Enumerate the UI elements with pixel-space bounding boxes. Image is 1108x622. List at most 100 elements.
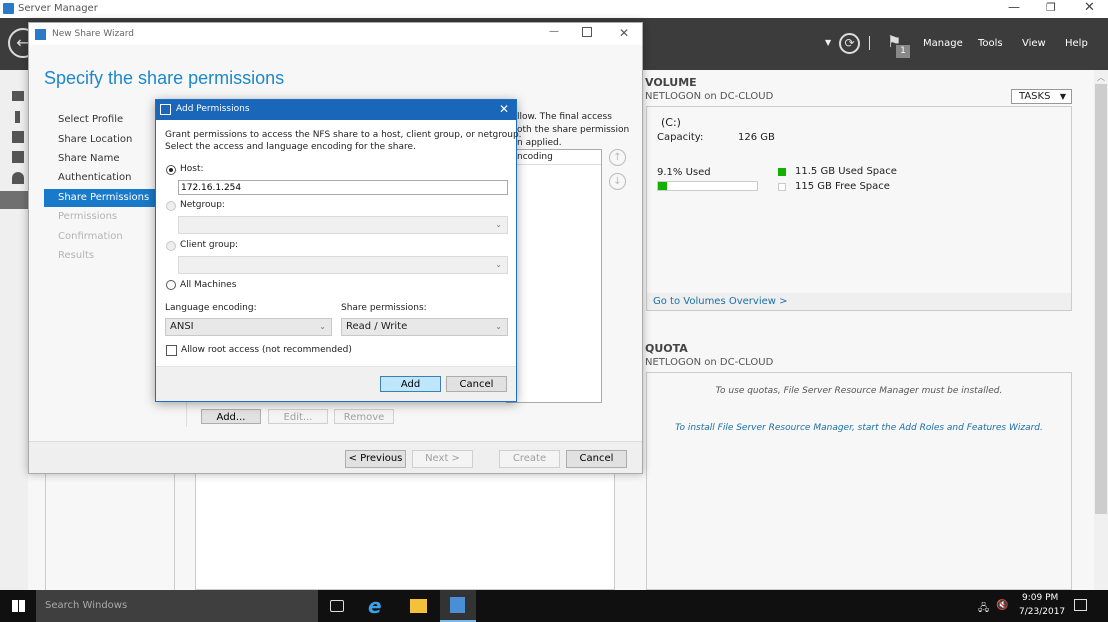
previous-button[interactable]: < Previous bbox=[345, 450, 406, 468]
wizard-minimize-button[interactable]: — bbox=[549, 26, 559, 37]
clock-date[interactable]: 7/23/2017 bbox=[1019, 607, 1065, 617]
menu-help[interactable]: Help bbox=[1065, 38, 1088, 49]
scrollbar-thumb[interactable] bbox=[1095, 84, 1107, 514]
volume-panel: (C:) Capacity: 126 GB 9.1% Used 11.5 GB … bbox=[646, 106, 1072, 311]
quota-subtitle: NETLOGON on DC-CLOUD bbox=[645, 357, 774, 368]
netgroup-radio[interactable] bbox=[166, 201, 176, 211]
server-manager-icon bbox=[450, 597, 465, 613]
volume-muted-icon[interactable]: 🔇 bbox=[996, 600, 1008, 611]
all-servers-icon[interactable] bbox=[12, 131, 24, 143]
dialog-app-icon bbox=[160, 104, 171, 115]
server-manager-taskbar-button[interactable] bbox=[440, 590, 476, 622]
menu-manage[interactable]: Manage bbox=[923, 38, 963, 49]
dialog-close-button[interactable]: ✕ bbox=[499, 102, 509, 116]
server-manager-titlebar: Server Manager — ❐ ✕ bbox=[0, 0, 1108, 18]
dialog-add-button[interactable]: Add bbox=[380, 376, 441, 392]
chevron-down-icon: ⌄ bbox=[495, 260, 502, 269]
start-windows-icon[interactable] bbox=[12, 600, 25, 612]
file-storage-icon[interactable] bbox=[0, 191, 28, 209]
wizard-titlebar: New Share Wizard — ✕ bbox=[29, 23, 642, 45]
ad-icon[interactable] bbox=[12, 172, 24, 184]
move-up-icon[interactable]: ↑ bbox=[609, 149, 626, 166]
step-share-name[interactable]: Share Name bbox=[58, 153, 120, 164]
client-group-label: Client group: bbox=[180, 240, 239, 250]
internet-explorer-icon[interactable]: e bbox=[368, 594, 382, 618]
usage-bar bbox=[657, 181, 758, 191]
usage-bar-fill bbox=[658, 182, 667, 190]
file-explorer-icon[interactable] bbox=[410, 599, 427, 613]
language-encoding-label: Language encoding: bbox=[165, 303, 257, 313]
step-select-profile[interactable]: Select Profile bbox=[58, 114, 123, 125]
capacity-value: 126 GB bbox=[738, 132, 775, 143]
column-header-encoding[interactable]: ncoding bbox=[517, 152, 553, 162]
taskbar: Search Windows e 🖧 🔇 9:09 PM 7/23/2017 bbox=[0, 590, 1108, 622]
share-permissions-select[interactable]: Read / Write ⌄ bbox=[341, 318, 508, 336]
restore-button[interactable]: ❐ bbox=[1046, 1, 1056, 14]
action-center-icon[interactable] bbox=[1074, 599, 1087, 611]
search-box[interactable]: Search Windows bbox=[36, 590, 318, 622]
free-space: 115 GB Free Space bbox=[795, 181, 890, 192]
task-view-icon[interactable] bbox=[330, 600, 344, 612]
menu-view[interactable]: View bbox=[1022, 38, 1046, 49]
dashboard-icon[interactable] bbox=[12, 91, 24, 101]
free-legend-swatch bbox=[778, 183, 786, 191]
move-down-icon[interactable]: ↓ bbox=[609, 173, 626, 190]
file-services-icon[interactable] bbox=[12, 151, 24, 163]
netgroup-label: Netgroup: bbox=[180, 200, 225, 210]
edit-permission-button[interactable]: Edit... bbox=[268, 409, 328, 424]
create-button[interactable]: Create bbox=[499, 450, 560, 468]
clock-time[interactable]: 9:09 PM bbox=[1022, 593, 1058, 603]
scroll-up-icon[interactable]: ︿ bbox=[1097, 72, 1105, 83]
scrollbar[interactable]: ︿ bbox=[1094, 70, 1108, 590]
content-divider bbox=[186, 401, 187, 427]
client-group-select[interactable]: ⌄ bbox=[178, 256, 508, 274]
local-server-icon[interactable] bbox=[15, 111, 20, 123]
remove-permission-button[interactable]: Remove bbox=[334, 409, 394, 424]
root-access-checkbox[interactable] bbox=[166, 345, 177, 356]
client-group-radio[interactable] bbox=[166, 241, 176, 251]
dropdown-icon[interactable]: ▼ bbox=[825, 38, 831, 47]
install-fsrm-link[interactable]: To install File Server Resource Manager,… bbox=[647, 423, 1071, 433]
tasks-button[interactable]: TASKS ▼ bbox=[1011, 89, 1072, 104]
netgroup-select[interactable]: ⌄ bbox=[178, 216, 508, 234]
cancel-button[interactable]: Cancel bbox=[566, 450, 627, 468]
left-icon-bar bbox=[0, 70, 28, 590]
host-input[interactable] bbox=[178, 180, 508, 195]
window-title: Server Manager bbox=[18, 3, 98, 14]
volume-heading: VOLUME bbox=[645, 76, 697, 89]
tasks-label: TASKS bbox=[1019, 91, 1051, 102]
minimize-button[interactable]: — bbox=[1008, 0, 1020, 14]
quota-heading: QUOTA bbox=[645, 342, 688, 355]
dialog-description: Grant permissions to access the NFS shar… bbox=[165, 129, 522, 153]
dialog-titlebar: Add Permissions ✕ bbox=[156, 100, 516, 120]
description-line: oth the share permission bbox=[517, 125, 630, 135]
dialog-title: Add Permissions bbox=[176, 104, 250, 114]
volumes-overview-link[interactable]: Go to Volumes Overview > bbox=[653, 296, 787, 307]
wizard-maximize-button[interactable] bbox=[582, 27, 592, 37]
step-share-permissions[interactable]: Share Permissions bbox=[58, 192, 149, 203]
permissions-table[interactable]: ncoding bbox=[506, 149, 602, 403]
background-panel-left bbox=[45, 470, 175, 590]
server-manager-app-icon bbox=[3, 3, 14, 14]
description-line: llow. The final access bbox=[517, 112, 612, 122]
menu-tools[interactable]: Tools bbox=[978, 38, 1003, 49]
all-machines-radio[interactable] bbox=[166, 280, 176, 290]
radio-selected-dot bbox=[169, 168, 173, 172]
wizard-close-button[interactable]: ✕ bbox=[619, 26, 629, 40]
quota-message: To use quotas, File Server Resource Mana… bbox=[715, 386, 1003, 396]
wizard-title: New Share Wizard bbox=[52, 29, 135, 39]
close-button[interactable]: ✕ bbox=[1084, 0, 1095, 15]
host-radio[interactable] bbox=[166, 165, 176, 175]
refresh-icon[interactable]: ⟳ bbox=[839, 33, 860, 54]
language-encoding-select[interactable]: ANSI ⌄ bbox=[165, 318, 332, 336]
drive-label: (C:) bbox=[661, 116, 681, 129]
quota-panel: To use quotas, File Server Resource Mana… bbox=[646, 372, 1072, 590]
step-authentication[interactable]: Authentication bbox=[58, 172, 131, 183]
wizard-description: llow. The final access oth the share per… bbox=[517, 111, 629, 150]
dialog-cancel-button[interactable]: Cancel bbox=[446, 376, 507, 392]
next-button[interactable]: Next > bbox=[412, 450, 473, 468]
notification-count: 1 bbox=[896, 45, 910, 58]
step-share-location[interactable]: Share Location bbox=[58, 134, 132, 145]
add-permission-button[interactable]: Add... bbox=[201, 409, 261, 424]
network-warning-icon[interactable]: 🖧 bbox=[978, 601, 989, 618]
